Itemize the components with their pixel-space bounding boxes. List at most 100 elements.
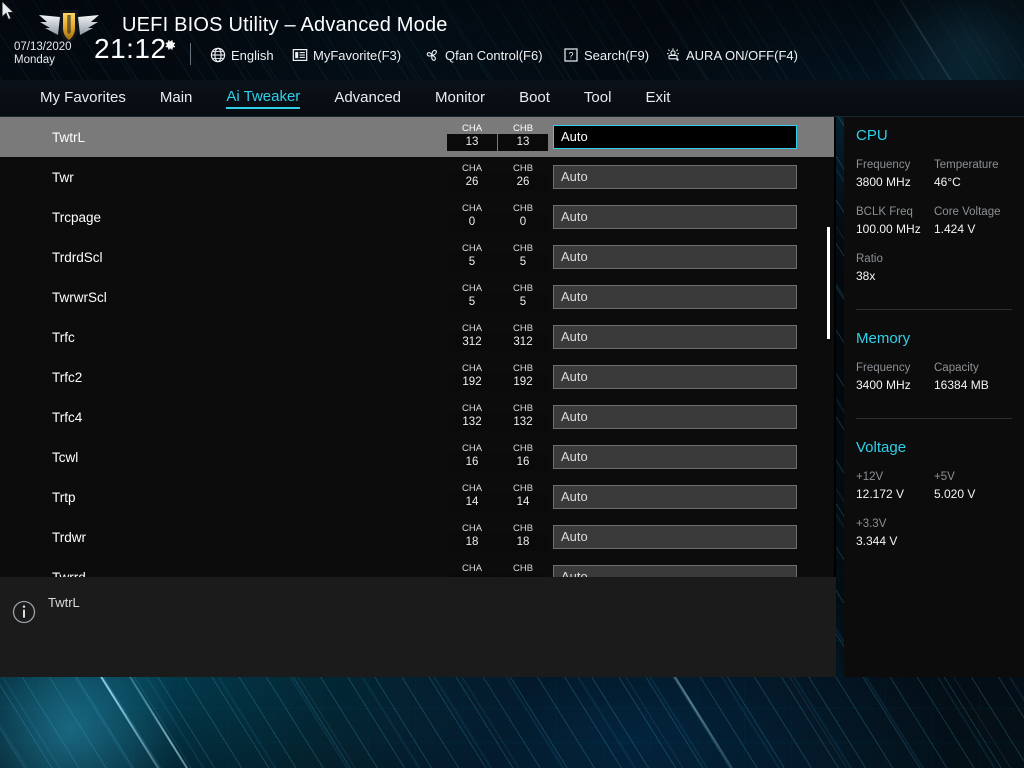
hw-row: BCLK Freq 100.00 MHz Core Voltage 1.424 V: [856, 204, 1012, 238]
channel-b-value: 16: [498, 454, 548, 471]
tab-main[interactable]: Main: [160, 89, 193, 108]
settings-row[interactable]: Trfc4 CHA 132 CHB 132 Auto: [0, 397, 836, 437]
hw-metric-value: 12.172 V: [856, 487, 905, 501]
channel-b-header: CHB: [512, 283, 534, 294]
channel-b-cell: CHB: [498, 563, 548, 577]
hw-metric: BCLK Freq 100.00 MHz: [856, 204, 934, 238]
channel-a-header: CHA: [461, 523, 483, 534]
date-text: 07/13/2020: [14, 41, 72, 53]
hw-row: Frequency 3800 MHz Temperature 46°C: [856, 157, 1012, 191]
setting-value-input[interactable]: Auto: [553, 285, 797, 309]
tab-advanced[interactable]: Advanced: [334, 89, 401, 108]
channel-b-value: 26: [498, 174, 548, 191]
aura-toggle-button[interactable]: AURA ON/OFF(F4): [665, 47, 798, 63]
hw-metric-label: Ratio: [856, 253, 883, 265]
channel-a-value: 5: [447, 254, 497, 271]
settings-row[interactable]: Twrrd CHA CHB Auto: [0, 557, 836, 577]
hw-row: +3.3V 3.344 V: [856, 516, 1012, 550]
channel-b-cell: CHB 192: [498, 363, 548, 391]
settings-row[interactable]: Trtp CHA 14 CHB 14 Auto: [0, 477, 836, 517]
hw-metric: Capacity 16384 MB: [934, 360, 1012, 394]
setting-value-input[interactable]: Auto: [553, 445, 797, 469]
hw-row: Frequency 3400 MHz Capacity 16384 MB: [856, 360, 1012, 394]
channel-b-header: CHB: [512, 243, 534, 254]
setting-value-input[interactable]: Auto: [553, 405, 797, 429]
gear-icon[interactable]: [163, 38, 177, 52]
datetime-display: 07/13/2020 Monday: [14, 41, 72, 67]
tab-exit[interactable]: Exit: [645, 89, 670, 108]
hw-metric-label: BCLK Freq: [856, 206, 913, 218]
hw-metric: +5V 5.020 V: [934, 469, 1012, 503]
scrollbar[interactable]: [827, 117, 830, 577]
nav-underline: [0, 116, 1024, 117]
channel-a-cell: CHA 18: [447, 523, 497, 551]
settings-row[interactable]: Twr CHA 26 CHB 26 Auto: [0, 157, 836, 197]
tab-ai-tweaker[interactable]: Ai Tweaker: [226, 88, 301, 109]
tab-my-favorites[interactable]: My Favorites: [40, 89, 126, 108]
qfan-control-label: Qfan Control(F6): [445, 47, 543, 63]
mouse-cursor: [2, 1, 15, 21]
settings-row[interactable]: TwtrL CHA 13 CHB 13 Auto: [0, 117, 836, 157]
channel-a-cell: CHA 132: [447, 403, 497, 431]
aura-label: AURA ON/OFF(F4): [686, 47, 798, 63]
channel-a-cell: CHA 14: [447, 483, 497, 511]
setting-value-input[interactable]: Auto: [553, 245, 797, 269]
settings-row[interactable]: TwrwrScl CHA 5 CHB 5 Auto: [0, 277, 836, 317]
hw-metric-value: 3800 MHz: [856, 175, 911, 189]
hw-metric-value: 3.344 V: [856, 534, 898, 548]
setting-value-input[interactable]: Auto: [553, 565, 797, 577]
tab-monitor[interactable]: Monitor: [435, 89, 485, 108]
setting-value-input[interactable]: Auto: [553, 325, 797, 349]
setting-value-input[interactable]: Auto: [553, 125, 797, 149]
settings-row[interactable]: Trfc2 CHA 192 CHB 192 Auto: [0, 357, 836, 397]
search-button[interactable]: ? Search(F9): [563, 47, 649, 63]
tab-tool[interactable]: Tool: [584, 89, 612, 108]
hw-metric-label: +5V: [934, 471, 955, 483]
settings-row[interactable]: Trcpage CHA 0 CHB 0 Auto: [0, 197, 836, 237]
channel-a-value: 26: [447, 174, 497, 191]
hw-metric-value: 3400 MHz: [856, 378, 911, 392]
setting-value-input[interactable]: Auto: [553, 165, 797, 189]
channel-b-cell: CHB 0: [498, 203, 548, 231]
qfan-control-button[interactable]: Qfan Control(F6): [424, 47, 543, 63]
hw-metric-label: Frequency: [856, 362, 911, 374]
aura-light-icon: [667, 48, 679, 61]
hw-row: Ratio 38x: [856, 251, 1012, 285]
setting-value-input[interactable]: Auto: [553, 205, 797, 229]
myfavorite-button[interactable]: MyFavorite(F3): [292, 47, 401, 63]
channel-b-header: CHB: [512, 443, 534, 454]
settings-row[interactable]: Tcwl CHA 16 CHB 16 Auto: [0, 437, 836, 477]
hw-metric: [934, 516, 1012, 550]
channel-b-cell: CHB 13: [498, 123, 548, 151]
setting-label: Twrrd: [52, 569, 86, 578]
setting-value-input[interactable]: Auto: [553, 525, 797, 549]
setting-value-input[interactable]: Auto: [553, 485, 797, 509]
settings-row[interactable]: Trfc CHA 312 CHB 312 Auto: [0, 317, 836, 357]
settings-list: TwtrL CHA 13 CHB 13 Auto Twr CHA 26 CHB 26 Auto Trcp…: [0, 117, 836, 577]
tab-boot[interactable]: Boot: [519, 89, 550, 108]
hw-section-title: CPU: [856, 127, 888, 144]
scrollbar-thumb[interactable]: [827, 227, 830, 339]
setting-label: Trfc2: [52, 369, 83, 385]
settings-row[interactable]: TrdrdScl CHA 5 CHB 5 Auto: [0, 237, 836, 277]
channel-b-cell: CHB 18: [498, 523, 548, 551]
channel-a-header: CHA: [461, 323, 483, 334]
channel-a-header: CHA: [461, 203, 483, 214]
channel-a-value: 312: [447, 334, 497, 351]
channel-a-header: CHA: [461, 443, 483, 454]
channel-a-cell: CHA 5: [447, 283, 497, 311]
channel-b-header: CHB: [512, 523, 534, 534]
hw-metric-label: +12V: [856, 471, 884, 483]
channel-a-header: CHA: [461, 163, 483, 174]
settings-row[interactable]: Trdwr CHA 18 CHB 18 Auto: [0, 517, 836, 557]
language-button[interactable]: English: [210, 47, 274, 63]
channel-a-header: CHA: [461, 363, 483, 374]
channel-a-header: CHA: [461, 283, 483, 294]
channel-b-value: 18: [498, 534, 548, 551]
channel-b-value: 14: [498, 494, 548, 511]
fan-icon: [426, 49, 437, 61]
hw-section-title: Memory: [856, 330, 911, 347]
channel-a-header: CHA: [461, 483, 483, 494]
help-panel: [0, 577, 836, 677]
setting-value-input[interactable]: Auto: [553, 365, 797, 389]
